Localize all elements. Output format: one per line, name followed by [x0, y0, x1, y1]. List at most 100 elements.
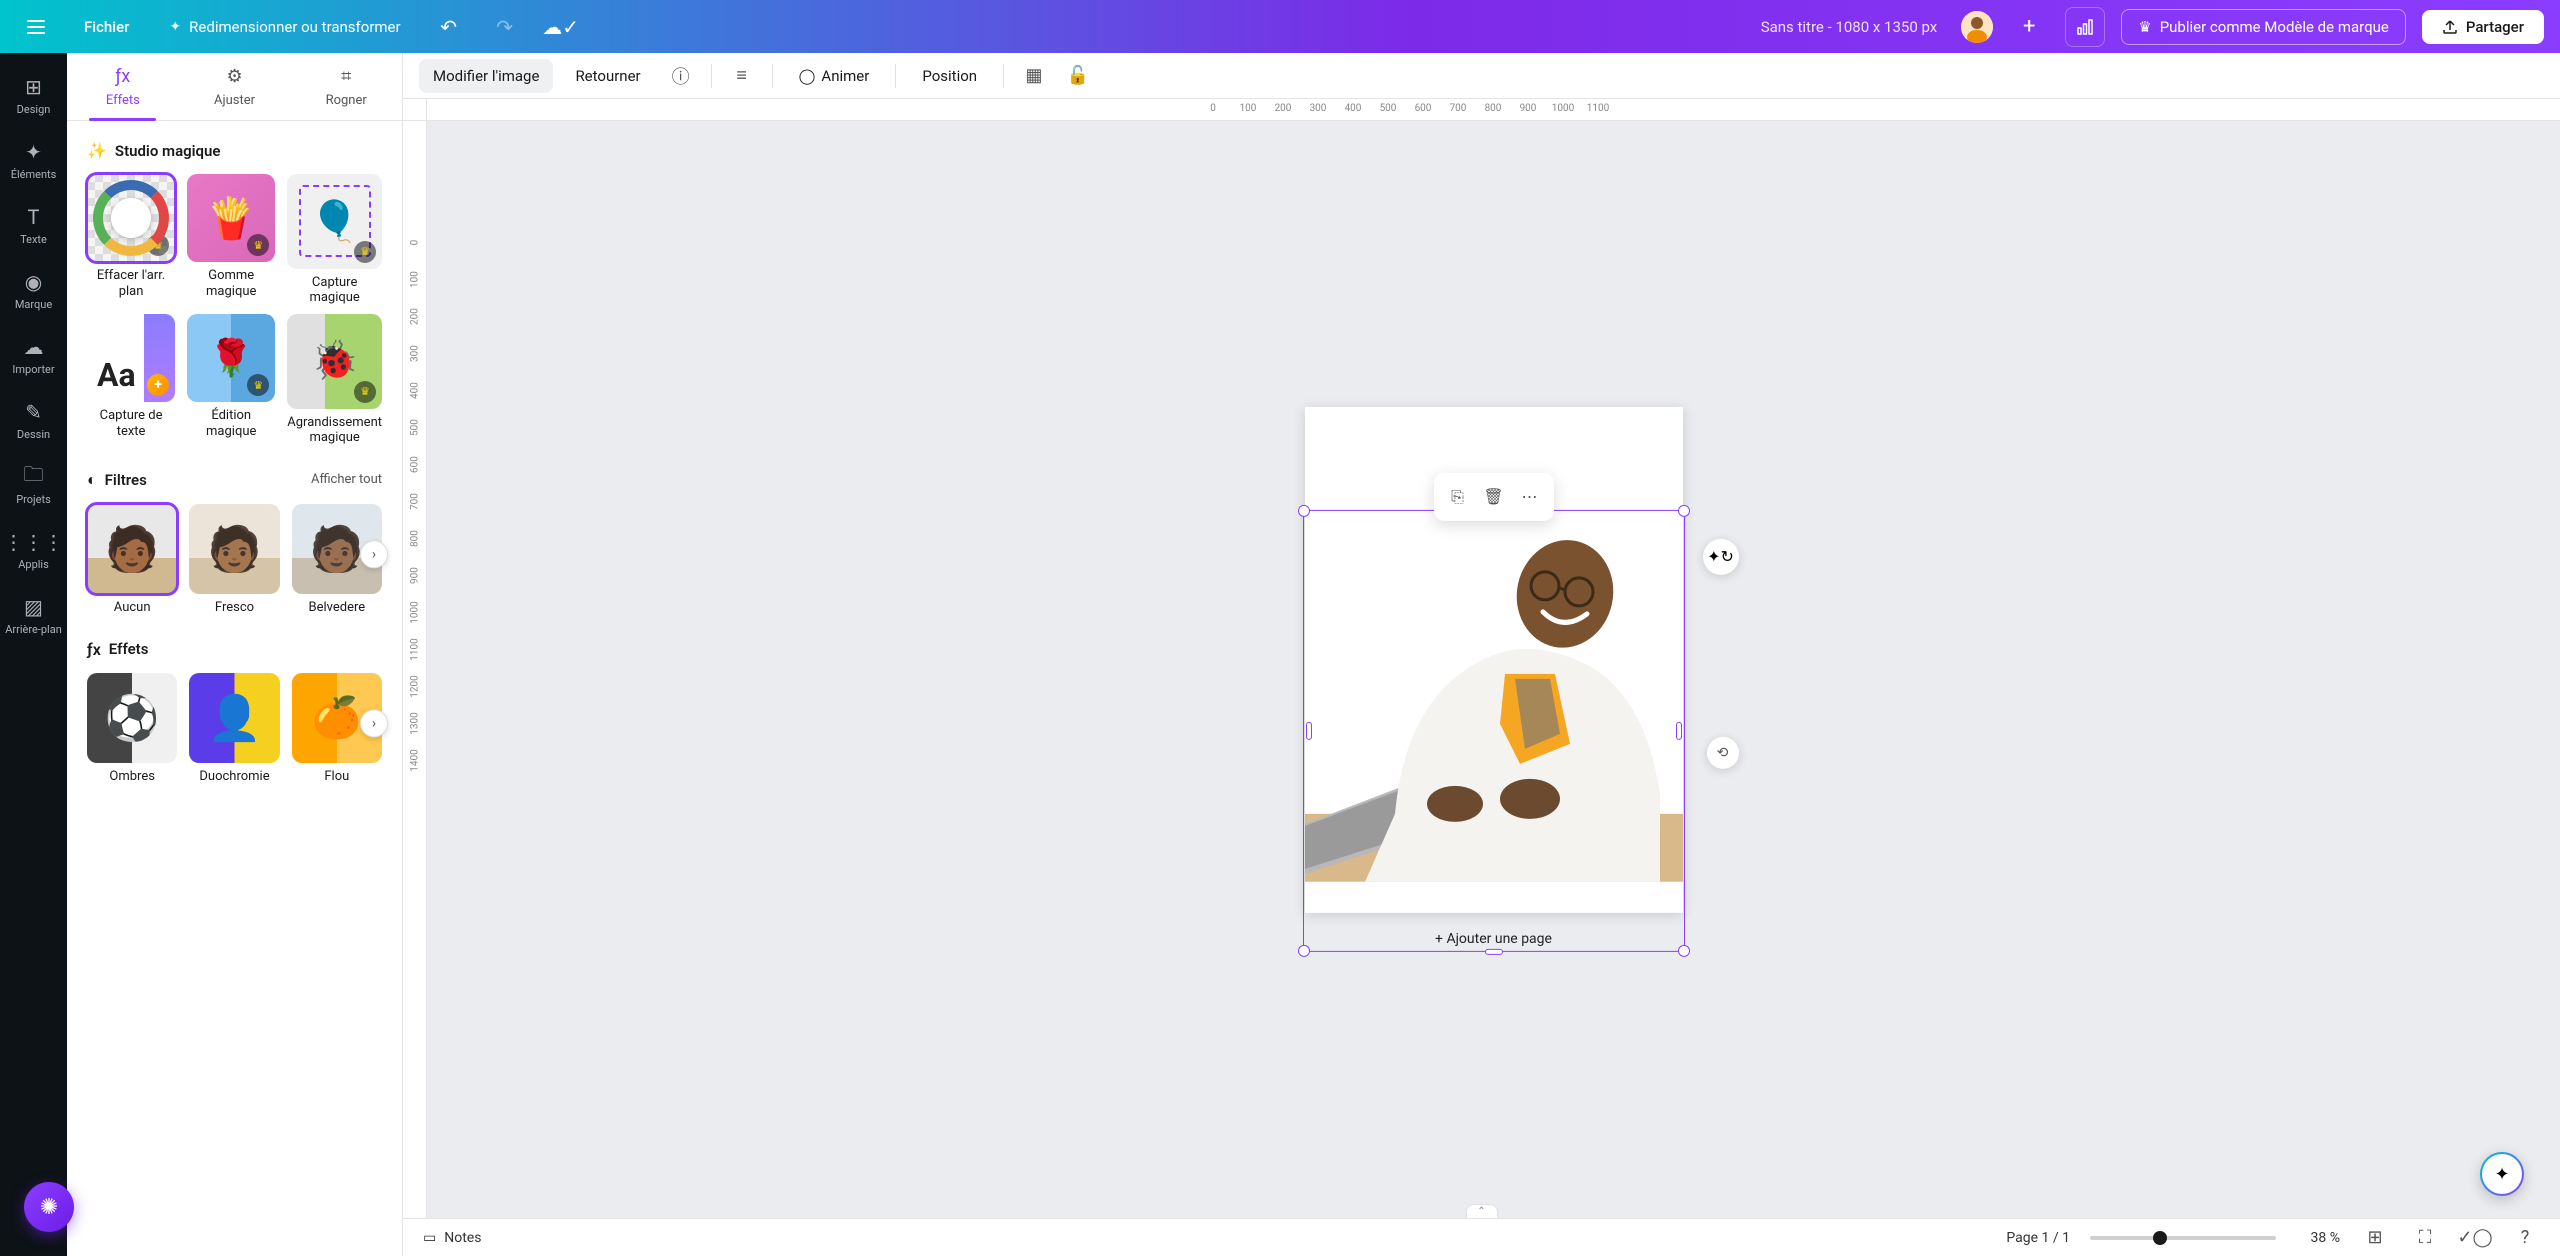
- chevron-right-icon[interactable]: ›: [360, 709, 388, 737]
- ruler-tick: 1000: [1552, 103, 1574, 114]
- thumb[interactable]: [87, 673, 177, 763]
- tab-adjust[interactable]: ⚙Ajuster: [179, 53, 291, 120]
- effects-grid: OmbresDuochromieFlou›: [87, 673, 382, 785]
- lock-button[interactable]: 🔓: [1060, 58, 1096, 94]
- add-page-button[interactable]: + Ajouter une page: [1305, 920, 1683, 956]
- info-button[interactable]: ⓘ: [663, 58, 699, 94]
- bottom-bar: ▭ Notes Page 1 / 1 38 % ⊞ ⛶ ✓◯ ?: [403, 1218, 2560, 1256]
- top-bar: Fichier Redimensionner ou transformer ↶ …: [0, 0, 2560, 53]
- rail-icon: ◉: [22, 270, 46, 294]
- cloud-sync-icon[interactable]: ☁✓: [541, 7, 581, 47]
- thumb[interactable]: ♛: [287, 314, 382, 409]
- rail-icon: ✦: [22, 140, 46, 164]
- check-button[interactable]: ✓◯: [2460, 1223, 2490, 1253]
- sparkle-icon: ✨: [87, 141, 107, 160]
- rail-icon: ⋮⋮⋮: [22, 530, 46, 554]
- fullscreen-button[interactable]: ⛶: [2410, 1223, 2440, 1253]
- animate-button[interactable]: ◯ Animer: [785, 59, 884, 93]
- rail-design[interactable]: ⊞Design: [0, 65, 67, 126]
- delete-button[interactable]: 🗑: [1476, 478, 1512, 514]
- menu-button[interactable]: [16, 7, 56, 47]
- thumb[interactable]: ♛: [187, 174, 275, 262]
- canvas-image[interactable]: [1305, 513, 1683, 881]
- refresh-button[interactable]: ⟲: [1707, 736, 1739, 768]
- position-button[interactable]: Position: [908, 59, 991, 93]
- chevron-right-icon[interactable]: ›: [360, 540, 388, 568]
- person-laptop-image: [1305, 513, 1683, 881]
- card-label: Ombres: [109, 769, 155, 785]
- rail-icon: ☁: [22, 335, 46, 359]
- effects-icon: ƒx: [115, 66, 130, 87]
- ruler-tick: 500: [409, 419, 420, 436]
- filters-grid: AucunFrescoBelvedere›: [87, 504, 382, 616]
- page-indicator[interactable]: Page 1 / 1: [2006, 1230, 2070, 1246]
- more-button[interactable]: ⋯: [1512, 478, 1548, 514]
- flip-button[interactable]: Retourner: [561, 59, 654, 93]
- rail-label: Applis: [18, 558, 49, 571]
- filters-show-all[interactable]: Afficher tout: [311, 472, 382, 487]
- rail-lments[interactable]: ✦Éléments: [0, 130, 67, 191]
- page-container: 🔓 ⎘ ↗: [1305, 406, 1683, 912]
- rail-importer[interactable]: ☁Importer: [0, 325, 67, 386]
- thumb[interactable]: ♛: [287, 174, 382, 269]
- collapse-handle[interactable]: ⌃: [1466, 1204, 1498, 1218]
- design-title-input[interactable]: [1685, 10, 1945, 44]
- share-button[interactable]: Partager: [2422, 10, 2544, 44]
- rail-label: Arrière-plan: [5, 623, 62, 636]
- rail-texte[interactable]: TTexte: [0, 195, 67, 256]
- resize-button[interactable]: Redimensionner ou transformer: [157, 10, 412, 44]
- tab-crop-label: Rogner: [326, 93, 367, 108]
- modify-image-button[interactable]: Modifier l'image: [419, 59, 553, 93]
- zoom-slider[interactable]: [2090, 1236, 2276, 1240]
- thumb[interactable]: [189, 673, 279, 763]
- card-gommemagique: ♛Gomme magique: [187, 174, 275, 306]
- card-ombres: Ombres: [87, 673, 177, 785]
- ruler-tick: 100: [1240, 103, 1257, 114]
- file-menu[interactable]: Fichier: [72, 10, 141, 44]
- rail-dessin[interactable]: ✎Dessin: [0, 390, 67, 451]
- notes-button[interactable]: ▭ Notes: [423, 1230, 481, 1246]
- help-button[interactable]: ?: [2510, 1223, 2540, 1253]
- crown-badge-icon: ♛: [354, 381, 376, 403]
- grid-view-button[interactable]: ⊞: [2360, 1223, 2390, 1253]
- zoom-value[interactable]: 38 %: [2296, 1230, 2340, 1246]
- fx-icon: ƒx: [87, 640, 101, 659]
- card-label: Flou: [324, 769, 349, 785]
- floating-toolbar: ⎘ 🗑 ⋯: [1434, 472, 1554, 520]
- rail-marque[interactable]: ◉Marque: [0, 260, 67, 321]
- thumb[interactable]: ♛: [87, 174, 175, 262]
- rail-arrireplan[interactable]: ▨Arrière-plan: [0, 585, 67, 646]
- redo-button[interactable]: ↷: [485, 7, 525, 47]
- thumb[interactable]: ♛: [187, 314, 275, 402]
- ai-assistant-fab[interactable]: ✦: [2480, 1152, 2524, 1196]
- ruler-tick: 400: [1345, 103, 1362, 114]
- transparency-button[interactable]: ▦: [1016, 58, 1052, 94]
- ai-regenerate-button[interactable]: ✦↻: [1703, 538, 1739, 574]
- ruler-tick: 600: [1415, 103, 1432, 114]
- thumb[interactable]: [189, 504, 279, 594]
- ruler-tick: 1200: [409, 675, 420, 697]
- resize-label: Redimensionner ou transformer: [189, 18, 400, 36]
- analytics-button[interactable]: [2065, 7, 2105, 47]
- thumb[interactable]: +: [87, 314, 175, 402]
- animate-icon: ◯: [799, 67, 816, 85]
- undo-button[interactable]: ↶: [429, 7, 469, 47]
- left-rail: ⊞Design✦ÉlémentsTTexte◉Marque☁Importer✎D…: [0, 53, 67, 1256]
- animate-label: Animer: [821, 67, 869, 85]
- publish-button[interactable]: ♛ Publier comme Modèle de marque: [2121, 9, 2406, 45]
- ruler-tick: 700: [1450, 103, 1467, 114]
- duplicate-button[interactable]: ⎘: [1440, 478, 1476, 514]
- zoom-knob[interactable]: [2153, 1231, 2167, 1245]
- rail-projets[interactable]: 🗀Projets: [0, 455, 67, 516]
- ruler-tick: 900: [409, 567, 420, 584]
- thumb[interactable]: [87, 504, 177, 594]
- tab-effects[interactable]: ƒxEffets: [67, 53, 179, 120]
- workspace[interactable]: 🔓 ⎘ ↗: [427, 121, 2560, 1218]
- rail-applis[interactable]: ⋮⋮⋮ Applis: [0, 520, 67, 581]
- list-style-button[interactable]: ≡: [724, 58, 760, 94]
- card-label: Capture de texte: [87, 408, 175, 439]
- tab-crop[interactable]: ⌗Rogner: [290, 53, 402, 120]
- add-collaborator-button[interactable]: +: [2009, 7, 2049, 47]
- magic-fab[interactable]: ✺: [24, 1182, 74, 1232]
- user-avatar[interactable]: [1961, 11, 1993, 43]
